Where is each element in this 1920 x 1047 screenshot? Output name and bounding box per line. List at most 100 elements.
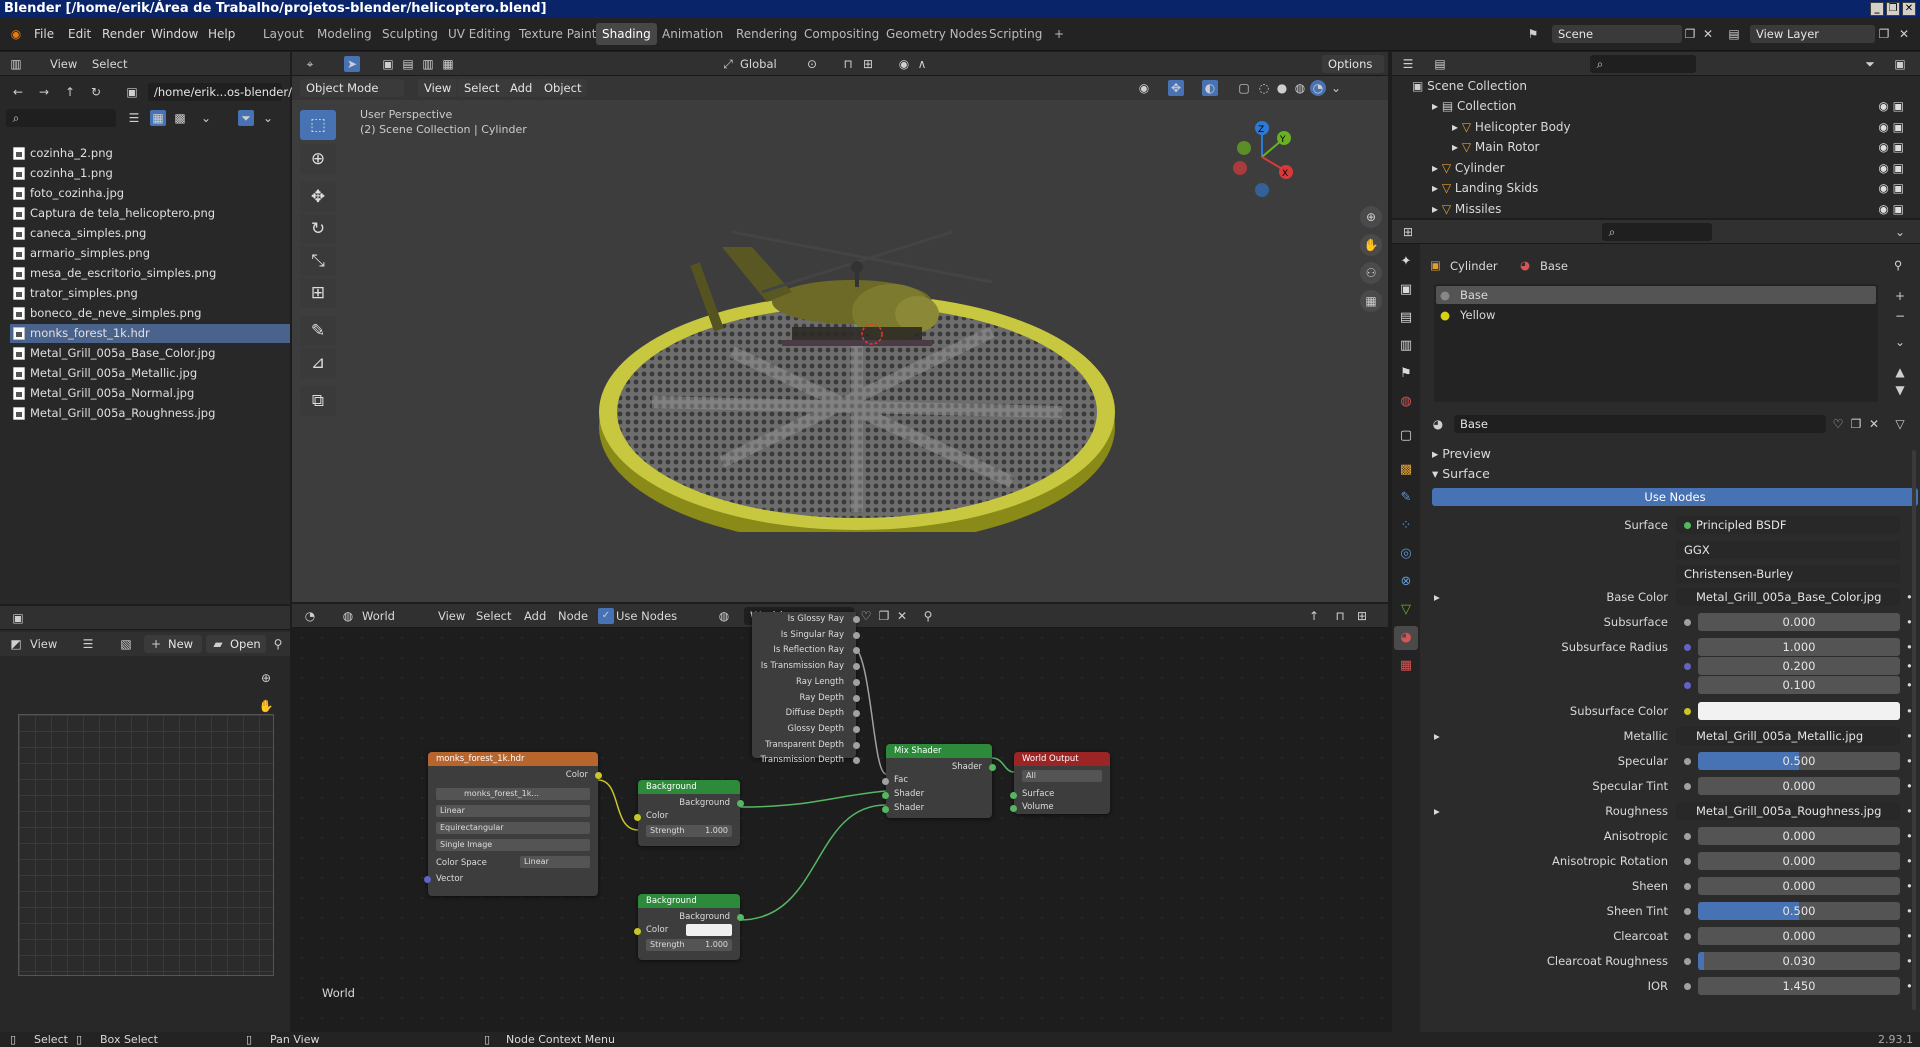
- zoom-view-icon[interactable]: ⊕: [1360, 206, 1382, 228]
- duplicate-material-icon[interactable]: ❐: [1848, 416, 1864, 432]
- display-list-icon[interactable]: ☰: [126, 110, 142, 126]
- menu-file[interactable]: File: [34, 27, 54, 41]
- fb-menu-select[interactable]: Select: [92, 57, 127, 71]
- expand-link-icon[interactable]: ▸: [1434, 590, 1440, 604]
- bg2-output-socket[interactable]: [737, 914, 744, 921]
- number-slider[interactable]: 1.000: [1698, 638, 1900, 656]
- select-tool-icon[interactable]: ➤: [344, 56, 360, 72]
- pivot-icon[interactable]: ⊙: [804, 56, 820, 72]
- menu-window[interactable]: Window: [151, 27, 198, 41]
- annotate-tool[interactable]: ✎: [300, 316, 336, 346]
- vp-menu-select[interactable]: Select: [458, 79, 506, 97]
- new-view-layer-icon[interactable]: ❐: [1876, 26, 1892, 42]
- pan-view-icon[interactable]: ✋: [1360, 234, 1382, 256]
- new-folder-icon[interactable]: ▣: [124, 84, 140, 100]
- navigation-gizmo[interactable]: Z Y X: [1232, 110, 1302, 210]
- vp-menu-object[interactable]: Object: [538, 79, 588, 97]
- scene-tab-icon[interactable]: ⚑: [1394, 362, 1418, 386]
- scene-selector[interactable]: Scene: [1552, 25, 1682, 43]
- light-path-socket[interactable]: [853, 741, 860, 749]
- constraints-tab-icon[interactable]: ⊗: [1394, 570, 1418, 594]
- view-layer-tab-icon[interactable]: ▥: [1394, 334, 1418, 358]
- outliner-item[interactable]: ▸ ▽ Missiles ◉ ▣: [1432, 199, 1912, 219]
- select-invert-icon[interactable]: ▦: [440, 56, 456, 72]
- outliner-type-icon[interactable]: ☰: [1400, 56, 1416, 72]
- image-mode-icon[interactable]: ◩: [8, 636, 24, 652]
- socket-icon[interactable]: [1684, 983, 1691, 990]
- wireframe-shading-icon[interactable]: ◌: [1256, 80, 1272, 96]
- tab-rendering[interactable]: Rendering: [730, 23, 803, 45]
- modifier-tab-icon[interactable]: ✎: [1394, 486, 1418, 510]
- hamburger-menu-icon[interactable]: ☰: [80, 636, 96, 652]
- material-name-field[interactable]: Base: [1454, 415, 1826, 433]
- transform-tool[interactable]: ⊞: [300, 278, 336, 308]
- tab-modeling[interactable]: Modeling: [311, 23, 378, 45]
- material-slots-list[interactable]: ● Base ● Yellow: [1434, 284, 1878, 402]
- env-source-dropdown[interactable]: Single Image: [436, 839, 590, 851]
- mix-header[interactable]: Mix Shader: [886, 744, 992, 758]
- socket-icon[interactable]: [1684, 908, 1691, 915]
- bg1-color-socket[interactable]: [634, 814, 641, 821]
- select-extend-icon[interactable]: ▤: [400, 56, 416, 72]
- file-list-item[interactable]: monks_forest_1k.hdr: [10, 324, 290, 343]
- expand-arrow-icon[interactable]: ▸: [1452, 120, 1462, 134]
- outliner-item[interactable]: ▸ ▽ Helicopter Body ◉ ▣: [1452, 117, 1912, 137]
- visibility-eye-icon[interactable]: ◉ ▣: [1878, 178, 1904, 198]
- snap-icon[interactable]: ⊓: [840, 56, 856, 72]
- linked-texture-field[interactable]: Metal_Grill_005a_Base_Color.jpg: [1676, 588, 1900, 606]
- file-list-item[interactable]: cozinha_2.png: [10, 144, 290, 163]
- expand-arrow-icon[interactable]: ▸: [1452, 140, 1462, 154]
- options-dropdown[interactable]: Options: [1322, 55, 1384, 73]
- tab-geometry-nodes[interactable]: Geometry Nodes: [880, 23, 993, 45]
- visibility-eye-icon[interactable]: ◉ ▣: [1878, 137, 1904, 157]
- 3d-scene-render[interactable]: [592, 162, 1132, 532]
- light-path-socket[interactable]: [853, 725, 860, 733]
- remove-slot-icon[interactable]: −: [1892, 308, 1908, 324]
- env-node-header[interactable]: monks_forest_1k.hdr: [428, 752, 598, 766]
- tab-layout[interactable]: Layout: [257, 23, 310, 45]
- env-vector-socket[interactable]: [424, 876, 431, 883]
- shading-options-icon[interactable]: ⌄: [1328, 80, 1344, 96]
- slot-row-base[interactable]: ● Base: [1436, 286, 1876, 304]
- select-subtract-icon[interactable]: ▥: [420, 56, 436, 72]
- file-list-item[interactable]: Metal_Grill_005a_Metallic.jpg: [10, 364, 290, 383]
- subsurface-method-dropdown[interactable]: Christensen-Burley: [1676, 565, 1900, 583]
- move-slot-down-icon[interactable]: ▼: [1892, 382, 1908, 398]
- image-editor-type-icon[interactable]: ▣: [10, 610, 26, 626]
- gizmo-toggle-icon[interactable]: ✥: [1168, 80, 1184, 96]
- editor-type-icon[interactable]: ▥: [8, 56, 24, 72]
- new-scene-icon[interactable]: ❐: [1682, 26, 1698, 42]
- tab-animation[interactable]: Animation: [656, 23, 729, 45]
- number-slider[interactable]: 0.030: [1698, 952, 1900, 970]
- preview-panel-header[interactable]: ▸ Preview: [1432, 446, 1491, 461]
- tweak-tool[interactable]: ⬚: [300, 110, 336, 140]
- expand-arrow-icon[interactable]: ▸: [1432, 181, 1442, 195]
- number-slider[interactable]: 0.000: [1698, 613, 1900, 631]
- properties-scrollbar[interactable]: [1912, 450, 1916, 1010]
- close-window-button[interactable]: ✕: [1902, 2, 1916, 16]
- file-list-item[interactable]: foto_cozinha.jpg: [10, 184, 290, 203]
- back-icon[interactable]: ←: [10, 84, 26, 100]
- file-list-item[interactable]: cozinha_1.png: [10, 164, 290, 183]
- world-output-node[interactable]: World Output All Surface Volume: [1010, 752, 1110, 814]
- bg1-strength-field[interactable]: Strength 1.000: [646, 825, 732, 837]
- tab-scripting[interactable]: Scripting: [983, 23, 1048, 45]
- number-slider[interactable]: 1.450: [1698, 977, 1900, 995]
- display-thumbnails-icon[interactable]: ▦: [150, 110, 166, 126]
- socket-icon[interactable]: [1684, 833, 1691, 840]
- tab-texture-paint[interactable]: Texture Paint: [513, 23, 602, 45]
- number-slider[interactable]: 0.500: [1698, 902, 1900, 920]
- bg1-header[interactable]: Background: [638, 780, 740, 794]
- menu-edit[interactable]: Edit: [68, 27, 91, 41]
- fb-menu-view[interactable]: View: [50, 57, 77, 71]
- rotate-tool[interactable]: ↻: [300, 214, 336, 244]
- forward-icon[interactable]: →: [36, 84, 52, 100]
- light-path-socket[interactable]: [853, 694, 860, 702]
- overlay-toggle-icon[interactable]: ◐: [1202, 80, 1218, 96]
- bg1-output-socket[interactable]: [737, 800, 744, 807]
- distribution-dropdown[interactable]: GGX: [1676, 541, 1900, 559]
- env-color-socket[interactable]: [595, 772, 602, 779]
- expand-link-icon[interactable]: ▸: [1434, 729, 1440, 743]
- scale-tool[interactable]: ⤡: [300, 246, 336, 276]
- socket-icon[interactable]: [1684, 933, 1691, 940]
